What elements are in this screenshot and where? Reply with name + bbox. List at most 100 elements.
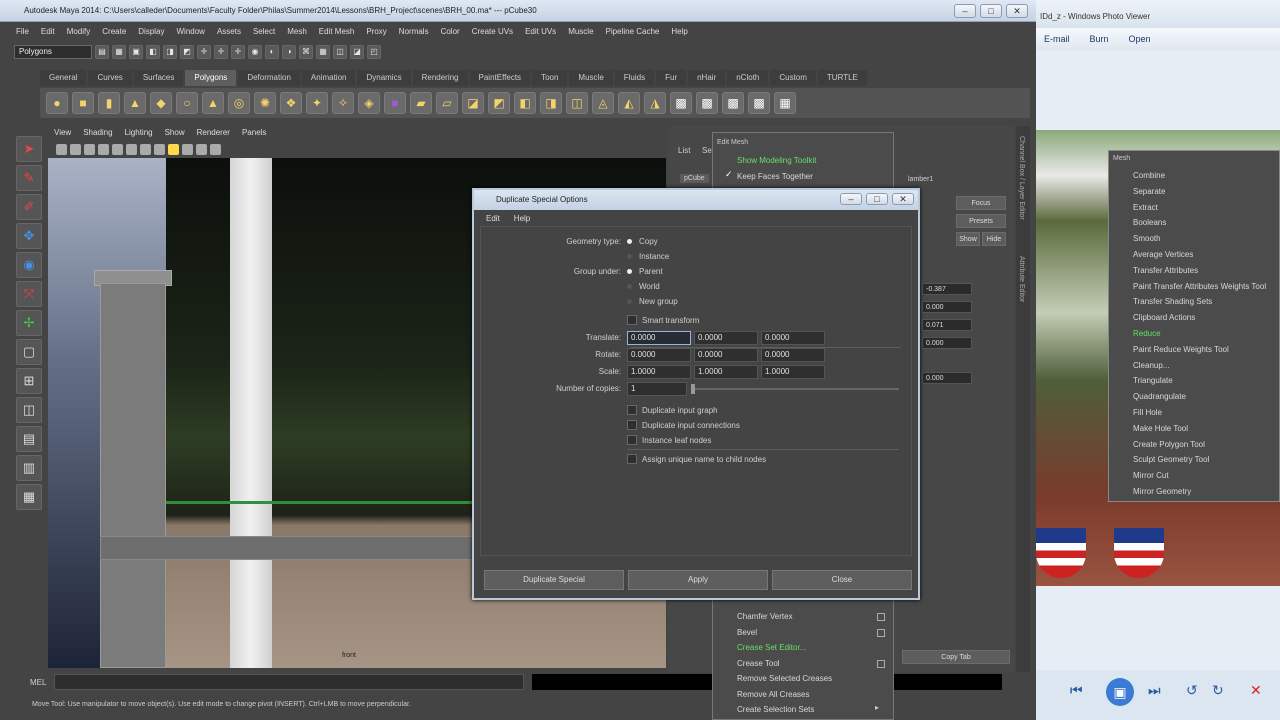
mesh-menu-item[interactable]: Triangulate (1115, 373, 1279, 388)
shelf-tab-turtle[interactable]: TURTLE (817, 70, 867, 86)
snap-point-icon[interactable]: ✛ (231, 45, 245, 59)
previous-icon[interactable]: ⏮ (1070, 682, 1083, 699)
construction-history-icon[interactable]: ⌘ (299, 45, 313, 59)
mesh-menu-item[interactable]: Clipboard Actions (1115, 310, 1279, 325)
bookmark-icon[interactable] (84, 143, 95, 155)
edit-mesh-item[interactable]: Chamfer Vertex (721, 609, 891, 625)
menu-mesh[interactable]: Mesh (287, 24, 307, 40)
duplicate-special-button[interactable]: Duplicate Special (484, 570, 624, 590)
mesh-menu-item[interactable]: Transfer Shading Sets (1115, 294, 1279, 309)
cb-value-4[interactable]: 0.000 (922, 337, 972, 349)
shelf-tab-animation[interactable]: Animation (301, 70, 356, 86)
magnet-icon[interactable]: ◉ (248, 45, 262, 59)
camera-attr-icon[interactable] (70, 143, 81, 155)
sphere-icon[interactable]: ● (46, 92, 68, 114)
cube-purple-icon[interactable]: ■ (384, 92, 406, 114)
merge-icon[interactable]: ◬ (592, 92, 614, 114)
dialog-menu-edit[interactable]: Edit (486, 212, 500, 226)
mesh-menu-item[interactable]: Paint Transfer Attributes Weights Tool (1115, 279, 1279, 294)
viewport-menu-lighting[interactable]: Lighting (125, 126, 153, 140)
shelf-tab-polygons[interactable]: Polygons (185, 70, 237, 86)
bridge-icon[interactable]: ▱ (436, 92, 458, 114)
group-new-radio[interactable]: New group (627, 297, 678, 306)
cb-tab-list[interactable]: List (678, 146, 690, 155)
option-box-icon[interactable] (877, 613, 885, 621)
geometry-instance-radio[interactable]: Instance (627, 252, 669, 261)
mesh-menu-item[interactable]: Paint Reduce Weights Tool (1115, 342, 1279, 357)
smooth-shade-icon[interactable] (140, 143, 151, 155)
edit-mesh-item[interactable]: Remove All Creases (721, 687, 891, 703)
option-box-icon[interactable] (877, 659, 885, 668)
menu-help[interactable]: Help (671, 24, 687, 40)
pyramid-icon[interactable]: ▲ (202, 92, 224, 114)
menu-window[interactable]: Window (177, 24, 205, 40)
select-object-icon[interactable]: ◨ (163, 45, 177, 59)
menu-normals[interactable]: Normals (399, 24, 429, 40)
menu-muscle[interactable]: Muscle (568, 24, 593, 40)
cb-value-5[interactable]: 0.000 (922, 372, 972, 384)
maximize-button[interactable]: □ (980, 4, 1002, 18)
cone-icon[interactable]: ▲ (124, 92, 146, 114)
translate-y-field[interactable]: 0.0000 (694, 331, 758, 345)
camera-icon[interactable] (56, 143, 67, 155)
menu-color[interactable]: Color (441, 24, 460, 40)
mode-selector[interactable]: Polygons (14, 45, 92, 59)
copies-slider-handle[interactable] (691, 384, 695, 394)
snap-curve-icon[interactable]: ✛ (214, 45, 228, 59)
lights-icon[interactable] (168, 143, 179, 155)
dup-input-graph-checkbox[interactable] (627, 405, 637, 415)
option-box-icon[interactable] (877, 628, 885, 637)
shelf-tab-fluids[interactable]: Fluids (614, 70, 655, 86)
edit-mesh-item[interactable]: Keep Faces Together (721, 169, 891, 185)
geometry-copy-radio[interactable]: Copy (627, 237, 658, 246)
cb-object-tab[interactable]: pCube (680, 174, 709, 183)
mesh-menu-item[interactable]: Fill Hole (1115, 405, 1279, 420)
mel-input[interactable] (54, 674, 525, 690)
translate-x-field[interactable]: 0.0000 (627, 331, 691, 345)
mesh-menu-item[interactable]: Make Hole Tool (1115, 421, 1279, 436)
close-dialog-button[interactable]: Close (772, 570, 912, 590)
menu-modify[interactable]: Modify (67, 24, 91, 40)
layout-two-icon[interactable]: ◫ (16, 397, 42, 423)
fill-hole-icon[interactable]: ◭ (618, 92, 640, 114)
viewport-menu-shading[interactable]: Shading (83, 126, 112, 140)
shelf-tab-dynamics[interactable]: Dynamics (357, 70, 411, 86)
wireframe-icon[interactable] (126, 143, 137, 155)
menu-display[interactable]: Display (138, 24, 164, 40)
rotate-x-field[interactable]: 0.0000 (627, 348, 691, 362)
smart-transform-checkbox[interactable] (627, 315, 637, 325)
plane-icon[interactable]: ◆ (150, 92, 172, 114)
scale-tool-icon[interactable]: ⤧ (16, 281, 42, 307)
shelf-tab-ncloth[interactable]: nCloth (727, 70, 769, 86)
show-button[interactable]: Show (956, 232, 980, 246)
email-button[interactable]: E-mail (1044, 28, 1070, 50)
pillar-geometry[interactable] (100, 283, 166, 668)
group-world-radio[interactable]: World (627, 282, 660, 291)
attribute-editor-side-tab[interactable]: Attribute Editor (1018, 256, 1025, 302)
output-ops-icon[interactable]: ◑ (282, 45, 296, 59)
next-icon[interactable]: ⏭ (1148, 682, 1161, 699)
scale-y-field[interactable]: 1.0000 (694, 365, 758, 379)
select-component-icon[interactable]: ◩ (180, 45, 194, 59)
hide-button[interactable]: Hide (982, 232, 1006, 246)
mesh-menu-item[interactable]: Mirror Cut (1115, 468, 1279, 483)
shelf-tab-rendering[interactable]: Rendering (412, 70, 468, 86)
mesh-menu-item[interactable]: Sculpt Geometry Tool (1115, 452, 1279, 467)
menu-create[interactable]: Create (102, 24, 126, 40)
copies-field[interactable]: 1 (627, 382, 687, 396)
shelf-tab-general[interactable]: General (40, 70, 87, 86)
menu-select[interactable]: Select (253, 24, 275, 40)
render-view-icon[interactable]: ▦ (316, 45, 330, 59)
checker-3-icon[interactable]: ▩ (722, 92, 744, 114)
dialog-maximize-button[interactable]: □ (866, 193, 888, 205)
checker-1-icon[interactable]: ▩ (670, 92, 692, 114)
mesh-menu-item[interactable]: Create Polygon Tool (1115, 437, 1279, 452)
paint-select-icon[interactable]: ✐ (16, 194, 42, 220)
menu-proxy[interactable]: Proxy (366, 24, 386, 40)
shelf-tab-muscle[interactable]: Muscle (569, 70, 613, 86)
menu-edit[interactable]: Edit (41, 24, 55, 40)
close-button[interactable]: ✕ (1006, 4, 1028, 18)
rotate-cw-icon[interactable]: ↻ (1212, 682, 1224, 699)
dialog-close-button[interactable]: ✕ (892, 193, 914, 205)
menu-file[interactable]: File (16, 24, 29, 40)
